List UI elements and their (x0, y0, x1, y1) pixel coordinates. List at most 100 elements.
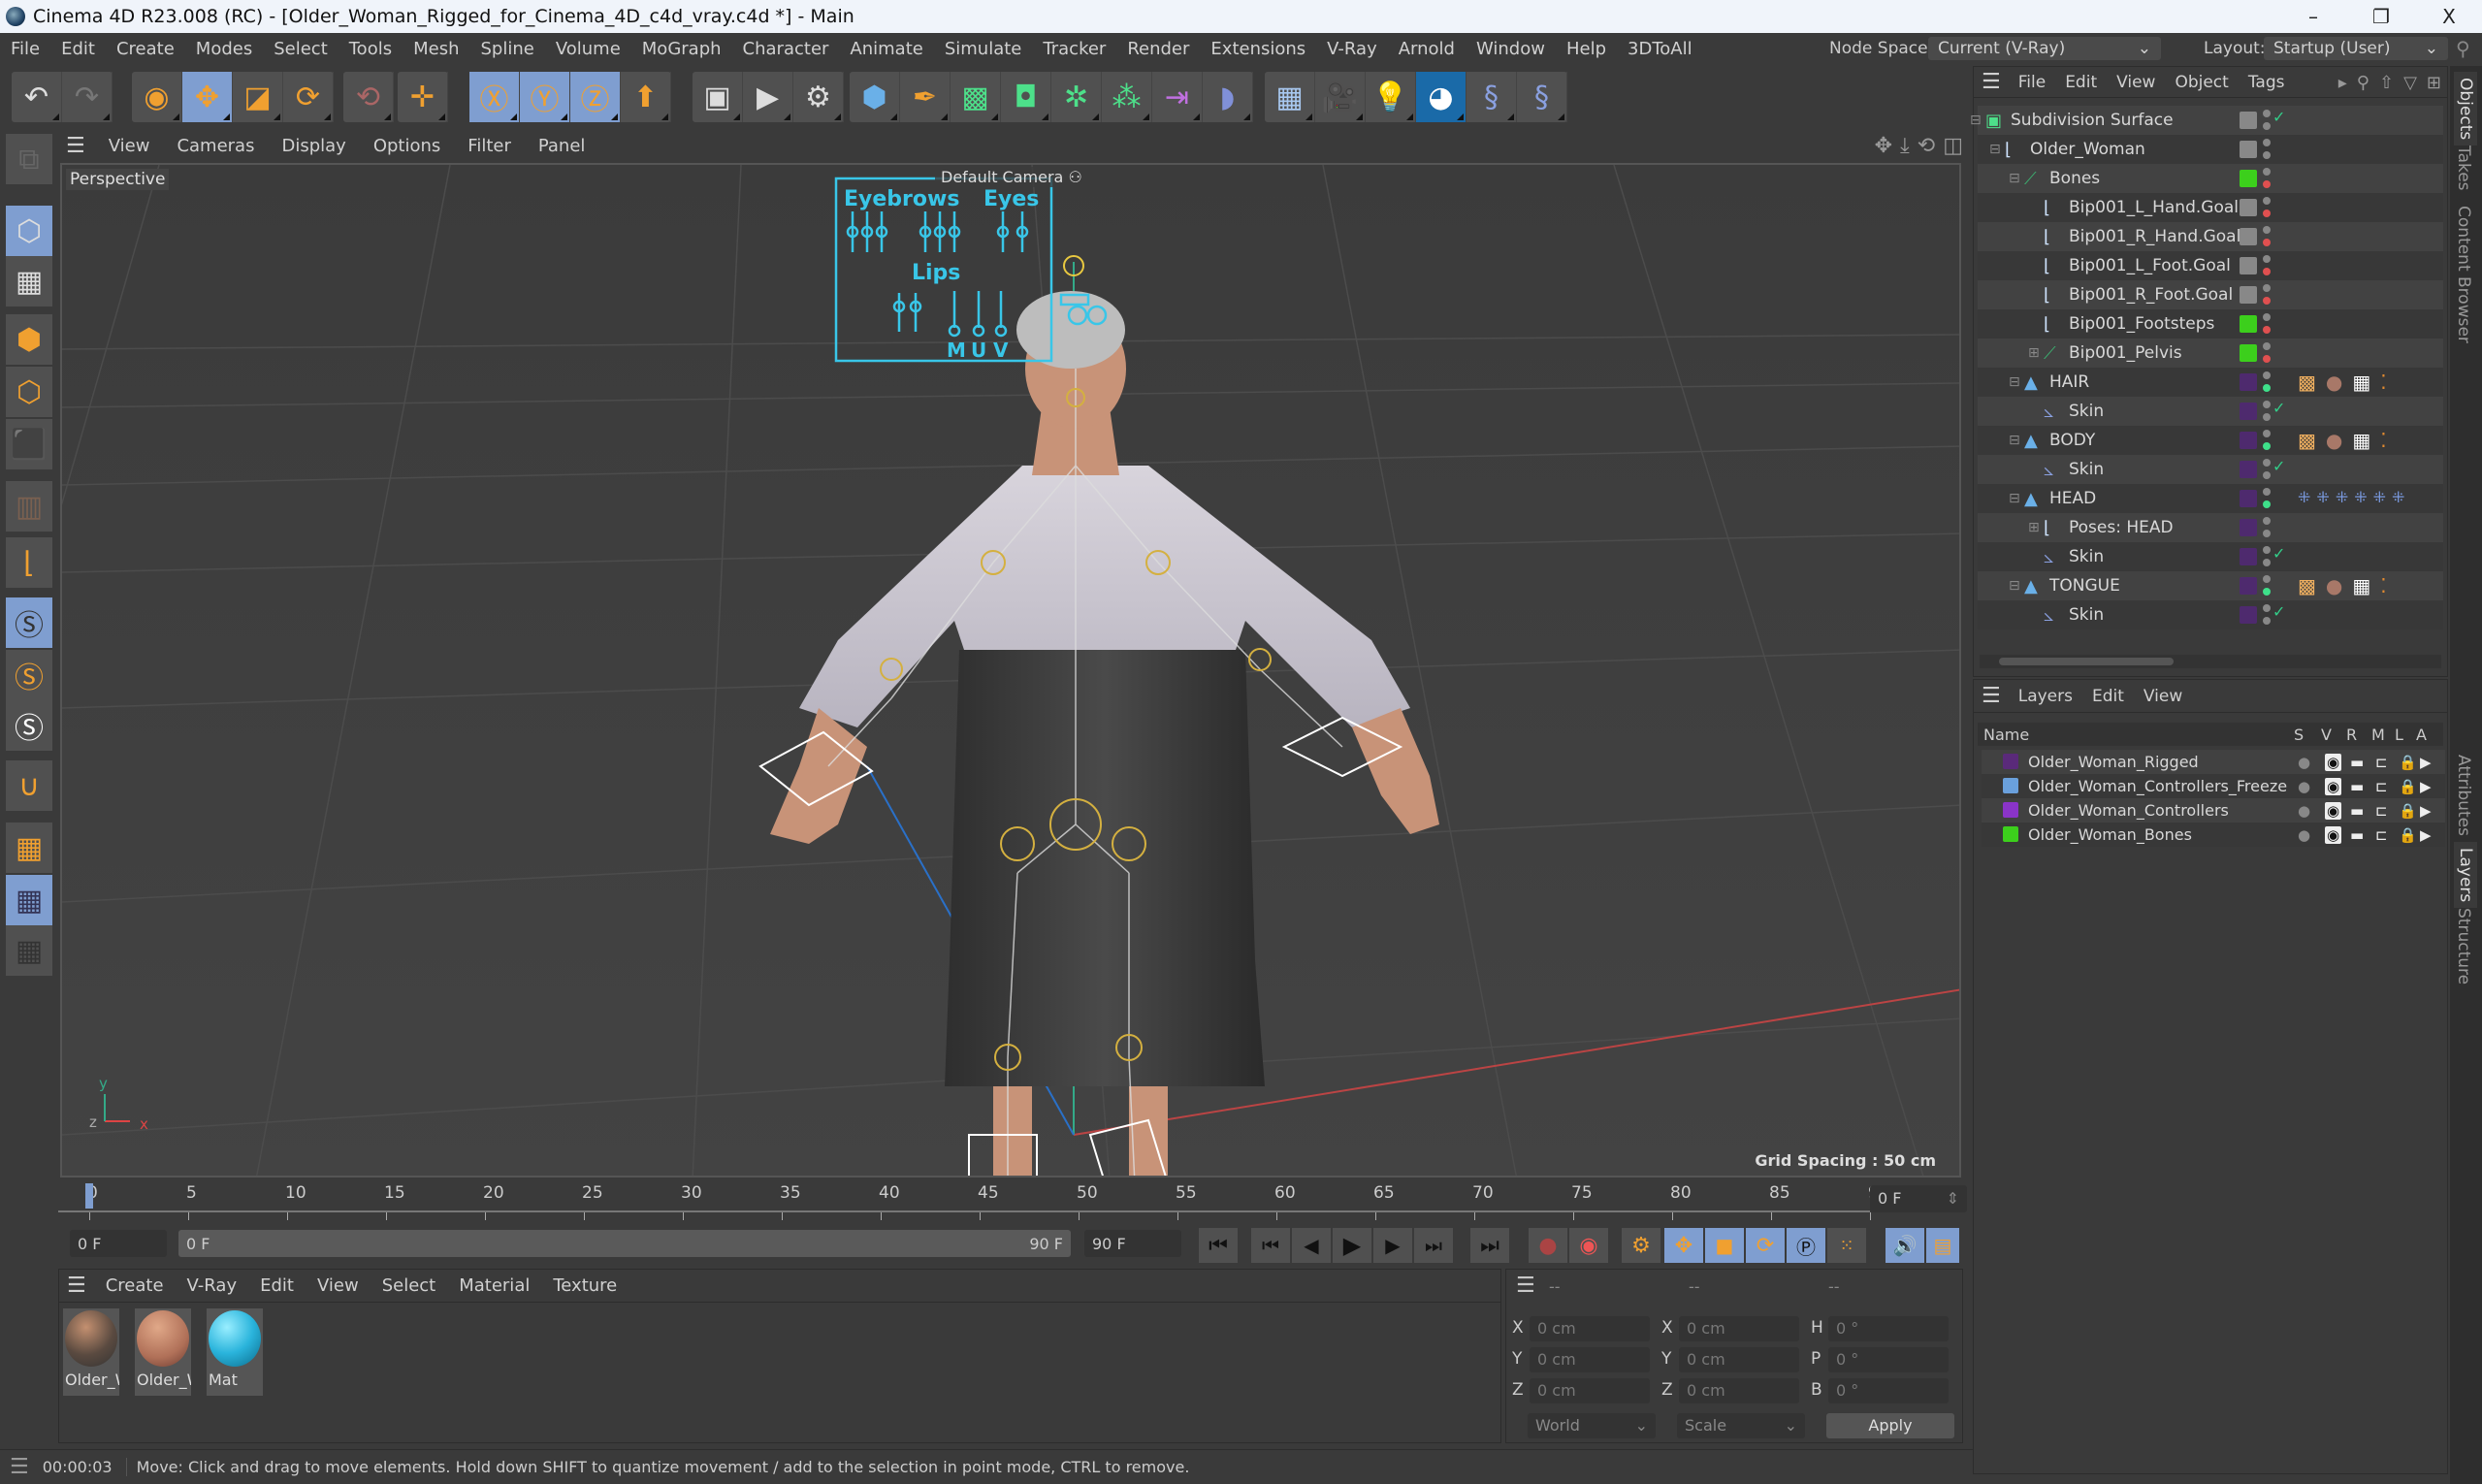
menu-tracker[interactable]: Tracker (1032, 39, 1116, 59)
scale-button[interactable]: ◪ (233, 72, 283, 122)
vray-button[interactable]: ◕ (1416, 72, 1467, 122)
object-row[interactable]: ⌊ Bip001_Footsteps (1978, 309, 2443, 339)
magnet-button[interactable]: ∪ (6, 760, 52, 811)
size-z-field[interactable]: 0 cm (1679, 1378, 1799, 1403)
menu-modes[interactable]: Modes (185, 39, 263, 59)
render-visibility-dot[interactable] (2263, 122, 2271, 130)
render-visibility-dot[interactable] (2263, 210, 2271, 217)
animation-play-icon[interactable]: ▶ (2420, 802, 2432, 820)
render-visibility-dot[interactable] (2263, 384, 2271, 392)
points-mode-button[interactable]: ⬢ (6, 314, 52, 365)
locked-workplane-button[interactable]: ▦ (6, 875, 52, 925)
editor-visibility-dot[interactable] (2263, 459, 2271, 467)
extrude-button[interactable]: ◘ (1001, 72, 1051, 122)
column-header-l[interactable]: L (2395, 726, 2403, 744)
layer-color-tag[interactable] (2240, 548, 2257, 565)
material-tag-icon[interactable]: ● (2326, 371, 2342, 394)
material-menu-edit[interactable]: Edit (248, 1275, 306, 1296)
layer-color-tag[interactable] (2240, 461, 2257, 478)
autokey-button[interactable]: ◉ (1569, 1228, 1608, 1263)
enabled-check-icon[interactable]: ✓ (2272, 457, 2285, 475)
pen-button[interactable]: ✒ (900, 72, 951, 122)
menu-character[interactable]: Character (732, 39, 840, 59)
material-menu-material[interactable]: Material (447, 1275, 541, 1296)
menu-animate[interactable]: Animate (839, 39, 933, 59)
material-menu-texture[interactable]: Texture (541, 1275, 629, 1296)
editor-visibility-dot[interactable] (2263, 604, 2271, 612)
object-menu-file[interactable]: File (2009, 73, 2055, 92)
prev-key-button[interactable]: ⏮ (1251, 1228, 1290, 1263)
material-menu-select[interactable]: Select (371, 1275, 448, 1296)
goto-start-button[interactable]: ⏮ (1199, 1228, 1238, 1263)
lock-closed-icon[interactable]: 🔒 (2399, 778, 2417, 795)
collapse-icon[interactable]: ⊟ (1970, 113, 1982, 128)
collapse-icon[interactable]: ⊟ (2009, 578, 2020, 594)
workplane-align-button[interactable]: ▦ (6, 925, 52, 976)
key-parameter-button[interactable]: Ⓟ (1787, 1228, 1825, 1263)
menu-create[interactable]: Create (106, 39, 185, 59)
layer-color-tag[interactable] (2240, 228, 2257, 245)
render-visibility-dot[interactable] (2263, 530, 2271, 537)
rotation-h-field[interactable]: 0 ° (1828, 1316, 1949, 1341)
lock-open-icon[interactable]: 🔒 (2399, 826, 2417, 844)
vray-tag-icon[interactable]: ▩ (2298, 429, 2316, 452)
editor-visibility-dot[interactable] (2263, 226, 2271, 234)
render-visibility-dot[interactable] (2263, 559, 2271, 566)
object-row[interactable]: ⊟ ▲ TONGUE ▩ ● ▦ ⁚ (1978, 571, 2443, 600)
collapse-icon[interactable]: ⊟ (1989, 142, 2001, 157)
menu-render[interactable]: Render (1116, 39, 1200, 59)
camera-button[interactable]: 🎥 (1315, 72, 1366, 122)
object-row[interactable]: ⊟ ▣ Subdivision Surface ✓ (1970, 106, 2443, 135)
goto-end-button[interactable]: ⏭ (1470, 1228, 1509, 1263)
timeline-film-button[interactable]: ▤ (1926, 1228, 1959, 1263)
layer-color-tag[interactable] (2240, 490, 2257, 507)
menu-simulate[interactable]: Simulate (934, 39, 1033, 59)
layer-color-tag[interactable] (2240, 344, 2257, 362)
edges-mode-button[interactable]: ⬡ (6, 367, 52, 417)
pose-morph-tag-icon[interactable]: ⁜ (2336, 488, 2348, 506)
manager-tree-icon[interactable]: ⊏ (2375, 754, 2388, 771)
object-row[interactable]: ⌊ Bip001_R_Hand.Goal (1978, 222, 2443, 251)
start-frame-field[interactable]: 0 F (70, 1230, 167, 1257)
solo-dot-icon[interactable]: ● (2298, 754, 2310, 771)
editor-visibility-dot[interactable] (2263, 430, 2271, 437)
editor-visibility-dot[interactable] (2263, 313, 2271, 321)
next-frame-button[interactable]: ▶ (1373, 1228, 1412, 1263)
viewport-menu-cameras[interactable]: Cameras (163, 136, 268, 156)
material-swatch[interactable]: Older_W (135, 1308, 191, 1396)
selection-tag-icon[interactable]: ⁚ (2380, 429, 2386, 452)
object-row[interactable]: ⊞ ⟋ Bip001_Pelvis (1978, 339, 2443, 368)
python-button[interactable]: § (1467, 72, 1517, 122)
manager-tree-icon[interactable]: ⊏ (2375, 826, 2388, 844)
render-visibility-dot[interactable] (2263, 617, 2271, 625)
snap-settings-button[interactable]: Ⓢ (6, 650, 52, 700)
solo-dot-icon[interactable]: ● (2298, 826, 2310, 844)
menu-spline[interactable]: Spline (469, 39, 544, 59)
object-row[interactable]: ⌊ Bip001_R_Foot.Goal (1978, 280, 2443, 309)
snap-enable-button[interactable]: Ⓢ (6, 700, 52, 751)
minimize-button[interactable]: – (2279, 0, 2347, 33)
texture-mode-button[interactable]: ▦ (6, 256, 52, 306)
editor-visibility-dot[interactable] (2263, 110, 2271, 117)
layer-color-tag[interactable] (2240, 432, 2257, 449)
vray-tag-icon[interactable]: ▩ (2298, 371, 2316, 394)
render-visibility-dot[interactable] (2263, 442, 2271, 450)
array-button[interactable]: ✲ (1051, 72, 1102, 122)
current-frame-field[interactable]: 0 F ⇕ (1870, 1185, 1967, 1212)
render-visibility-dot[interactable] (2263, 355, 2271, 363)
menu-volume[interactable]: Volume (545, 39, 631, 59)
hamburger-icon[interactable]: ☰ (1516, 1274, 1535, 1298)
editor-visibility-dot[interactable] (2263, 575, 2271, 583)
render-visibility-dot[interactable] (2263, 500, 2271, 508)
side-tab-content-browser[interactable]: Content Browser (2454, 206, 2473, 343)
cloner-button[interactable]: ⁂ (1102, 72, 1152, 122)
enabled-check-icon[interactable]: ✓ (2272, 399, 2285, 417)
menu-arnold[interactable]: Arnold (1388, 39, 1466, 59)
layer-color-tag[interactable] (2240, 112, 2257, 129)
timeline-ruler[interactable]: 051015202530354045505560657075808590 (58, 1179, 1963, 1222)
expand-icon[interactable]: ⊞ (2028, 520, 2040, 535)
orbit-icon[interactable]: ⟲ (1918, 134, 1935, 158)
viewport-menu-display[interactable]: Display (268, 136, 359, 156)
editor-visibility-dot[interactable] (2263, 546, 2271, 554)
layer-menu-view[interactable]: View (2134, 687, 2192, 706)
